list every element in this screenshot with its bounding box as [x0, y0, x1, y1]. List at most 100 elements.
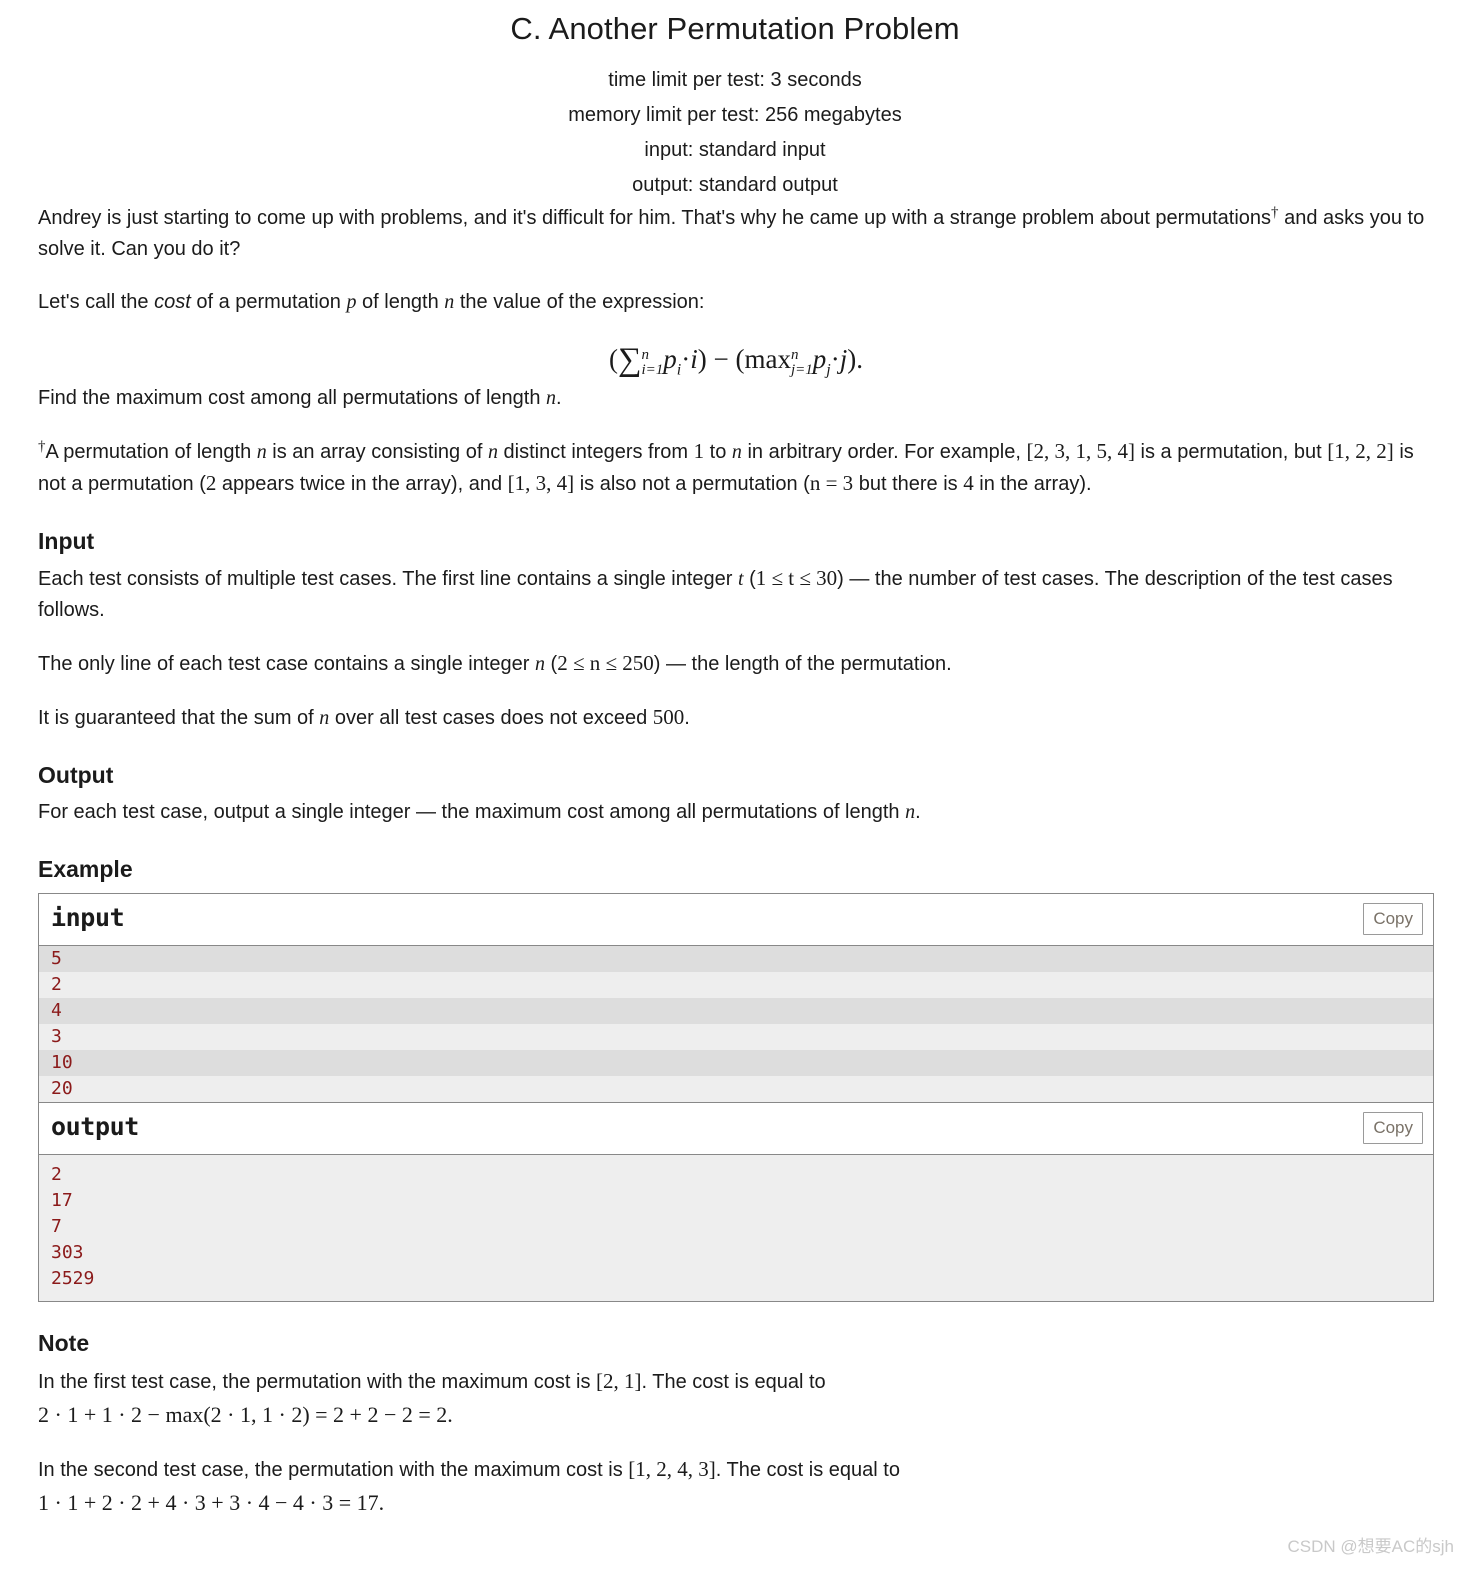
- note-math-1: 2 · 1 + 1 · 2 − max(2 · 1, 1 · 2) = 2 + …: [38, 1401, 453, 1427]
- legend-paragraph-1: Andrey is just starting to come up with …: [38, 203, 1434, 265]
- permutation-footnote: †A permutation of length n is an array c…: [38, 436, 1434, 500]
- footnote-four: 4: [963, 470, 974, 495]
- cost-formula-block: (∑ n i=1 pi·i) − (max n j=1 pj·j).: [38, 340, 1434, 378]
- footnote-t9: is also not a permutation (: [574, 472, 810, 495]
- t-constraint: 1 ≤ t ≤ 30: [755, 565, 838, 590]
- formula-dot-2: ·: [830, 343, 840, 374]
- sample-input-line: 3: [39, 1023, 1433, 1050]
- var-n-sum: n: [319, 706, 330, 729]
- copy-output-button[interactable]: Copy: [1363, 1111, 1423, 1144]
- csdn-watermark: CSDN @想要AC的sjh: [1287, 1537, 1455, 1556]
- sample-output-line: 2: [51, 1163, 62, 1185]
- sample-output-lines: 2 17 7 303 2529: [39, 1154, 1433, 1301]
- footnote-t4: to: [704, 440, 732, 463]
- sample-output-header: output Copy: [39, 1102, 1433, 1155]
- permutation-footnote-marker: †: [1271, 204, 1279, 221]
- legend-p2-text-a: Let's call the: [38, 290, 155, 313]
- footnote-t2: is an array consisting of: [266, 440, 488, 463]
- problem-header: C. Another Permutation Problem time limi…: [0, 0, 1470, 203]
- note-paragraph-1: In the first test case, the permutation …: [38, 1365, 1434, 1431]
- input-mode: input: standard input: [644, 138, 826, 161]
- sum-upper-limit: n: [641, 346, 650, 363]
- sample-input-line: 20: [39, 1075, 1433, 1102]
- footnote-t5: in arbitrary order. For example,: [741, 440, 1027, 463]
- note-permutation-2: [1, 2, 4, 3]: [628, 1456, 716, 1481]
- time-limit: time limit per test: 3 seconds: [608, 68, 862, 91]
- footnote-example-array-3: [1, 3, 4]: [507, 470, 575, 495]
- footnote-t10: but there is: [853, 472, 964, 495]
- summation-symbol: ∑: [617, 341, 642, 378]
- var-n-output: n: [905, 800, 916, 823]
- input-p1-a: Each test consists of multiple test case…: [38, 567, 738, 590]
- output-p1-b: .: [915, 800, 921, 823]
- max-limits: n j=1: [791, 346, 813, 378]
- output-mode: output: standard output: [632, 173, 838, 196]
- note-p2-b: . The cost is equal to: [715, 1458, 900, 1481]
- example-section-title: Example: [38, 855, 133, 882]
- legend-p2-text-d: the value of the expression:: [454, 290, 705, 313]
- note-section-title: Note: [38, 1329, 90, 1356]
- var-n: n: [444, 290, 455, 313]
- footnote-t1: A permutation of length: [45, 440, 257, 463]
- note-p2-a: In the second test case, the permutation…: [38, 1458, 629, 1481]
- input-p2-a: The only line of each test case contains…: [38, 652, 535, 675]
- formula-open-paren: (: [608, 343, 618, 374]
- copy-input-button[interactable]: Copy: [1363, 902, 1423, 935]
- sample-input-line: 2: [39, 971, 1433, 998]
- formula-p-term-2: p: [812, 343, 827, 374]
- var-p: p: [346, 290, 357, 313]
- output-paragraph-1: For each test case, output a single inte…: [38, 797, 1434, 828]
- sample-output-line: 303: [51, 1241, 84, 1263]
- sample-output-box: output Copy 2 17 7 303 2529: [38, 1102, 1434, 1302]
- input-p3-c: .: [684, 706, 690, 729]
- input-paragraph-2: The only line of each test case contains…: [38, 648, 1434, 680]
- note-p1-b: . The cost is equal to: [641, 1370, 826, 1393]
- formula-open-paren-2: (: [735, 343, 745, 374]
- var-n-input: n: [534, 652, 545, 675]
- footnote-n1: n: [256, 440, 267, 463]
- footnote-n2: n: [487, 440, 498, 463]
- sample-input-header: input Copy: [39, 893, 1433, 946]
- legend-p1-text-a: Andrey is just starting to come up with …: [38, 206, 1272, 229]
- page-title: C. Another Permutation Problem: [510, 11, 960, 46]
- problem-statement: Andrey is just starting to come up with …: [0, 203, 1470, 1519]
- formula-dot-1: ·: [681, 343, 691, 374]
- var-n-p3: n: [546, 386, 557, 409]
- note-p1-a: In the first test case, the permutation …: [38, 1370, 596, 1393]
- sum-constraint: 500: [652, 704, 685, 729]
- note-math-2: 1 · 1 + 2 · 2 + 4 · 3 + 3 · 4 − 4 · 3 = …: [38, 1489, 385, 1515]
- input-p3-b: over all test cases does not exceed: [329, 706, 653, 729]
- legend-p2-text-b: of a permutation: [190, 290, 347, 313]
- legend-paragraph-3: Find the maximum cost among all permutat…: [38, 383, 1434, 414]
- max-symbol: max: [744, 343, 792, 374]
- sample-input-label: input: [51, 902, 125, 932]
- sample-output-line: 2529: [51, 1267, 95, 1289]
- legend-paragraph-2: Let's call the cost of a permutation p o…: [38, 287, 1434, 318]
- cost-term: cost: [154, 290, 191, 313]
- sample-output-label: output: [51, 1111, 139, 1141]
- sample-input-line: 5: [39, 945, 1433, 972]
- sum-lower-limit: i=1: [641, 361, 664, 378]
- footnote-t11: in the array).: [973, 472, 1092, 495]
- summation-limits: n i=1: [641, 346, 664, 378]
- formula-close-paren-2: ): [847, 343, 857, 374]
- sample-input-line: 4: [39, 997, 1433, 1024]
- cost-formula: (∑ n i=1 pi·i) − (max n j=1 pj·j).: [608, 340, 864, 378]
- max-lower-limit: j=1: [791, 361, 813, 378]
- footnote-t3: distinct integers from: [497, 440, 694, 463]
- input-p1-b: (: [743, 567, 756, 590]
- formula-period: .: [856, 343, 864, 374]
- input-p2-c: ) — the length of the permutation.: [653, 652, 952, 675]
- memory-limit: memory limit per test: 256 megabytes: [568, 103, 902, 126]
- footnote-dagger-icon: †: [38, 438, 46, 455]
- note-permutation-1: [2, 1]: [596, 1368, 642, 1393]
- input-paragraph-3: It is guaranteed that the sum of n over …: [38, 702, 1434, 734]
- note-paragraph-2: In the second test case, the permutation…: [38, 1453, 1434, 1519]
- legend-p2-text-c: of length: [356, 290, 445, 313]
- sample-input-box: input Copy 5 2 4 3 10 20: [38, 892, 1434, 1103]
- formula-close-paren: ): [697, 343, 707, 374]
- footnote-t6: is a permutation, but: [1134, 440, 1328, 463]
- problem-page: C. Another Permutation Problem time limi…: [0, 0, 1470, 1556]
- formula-p-term-1: p: [663, 343, 677, 374]
- max-upper-limit: n: [791, 346, 799, 363]
